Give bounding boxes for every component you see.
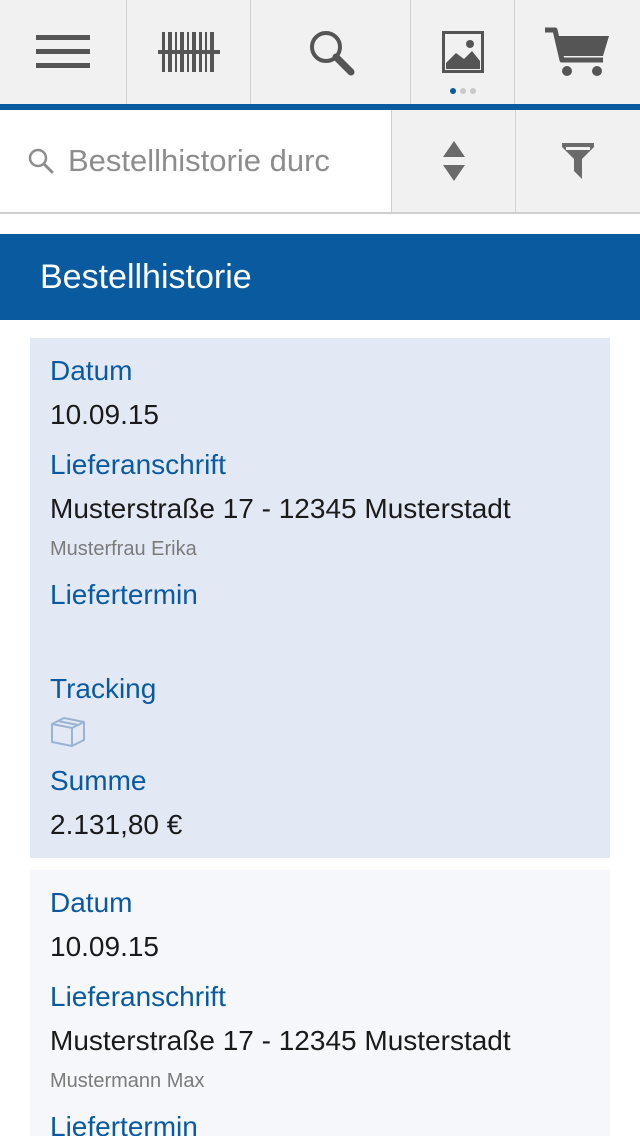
search-input[interactable] — [68, 143, 388, 179]
recipient-name: Mustermann Max — [50, 1070, 205, 1092]
address-value: Musterstraße 17 - 12345 Musterstadt — [50, 1025, 511, 1056]
order-card[interactable]: Datum 10.09.15 Lieferanschrift Musterstr… — [30, 870, 610, 1136]
address-label: Lieferanschrift — [50, 981, 226, 1012]
delivery-date-value — [50, 612, 590, 656]
search-field[interactable] — [0, 110, 392, 212]
date-label: Datum — [50, 355, 133, 386]
tracking-button[interactable] — [50, 716, 590, 748]
address-value: Musterstraße 17 - 12345 Musterstadt — [50, 493, 511, 524]
package-icon — [51, 717, 85, 747]
page-dot — [459, 88, 466, 94]
search-icon — [28, 148, 54, 174]
page-title: Bestellhistorie — [0, 234, 640, 320]
address-label: Lieferanschrift — [50, 449, 226, 480]
filter-button[interactable] — [516, 110, 640, 212]
page-dot — [469, 88, 476, 94]
date-label: Datum — [50, 887, 133, 918]
total-value: 2.131,80 € — [50, 809, 183, 840]
search-button[interactable] — [251, 0, 411, 104]
menu-button[interactable] — [0, 0, 127, 104]
page-indicator — [449, 88, 476, 94]
recipient-name: Musterfrau Erika — [50, 538, 197, 560]
order-card[interactable]: Datum 10.09.15 Lieferanschrift Musterstr… — [30, 338, 610, 858]
sort-button[interactable] — [392, 110, 516, 212]
sort-icon — [442, 141, 465, 181]
search-icon — [309, 31, 354, 76]
date-value: 10.09.15 — [50, 931, 159, 962]
total-label: Summe — [50, 765, 147, 796]
barcode-icon — [157, 32, 220, 72]
top-toolbar — [0, 0, 640, 104]
page-dot-active — [449, 88, 456, 94]
cart-icon — [544, 27, 609, 76]
image-button[interactable] — [411, 0, 515, 104]
date-value: 10.09.15 — [50, 399, 159, 430]
delivery-date-label: Liefertermin — [50, 1111, 198, 1136]
tracking-label: Tracking — [50, 673, 157, 704]
cart-button[interactable] — [515, 0, 640, 104]
barcode-button[interactable] — [127, 0, 251, 104]
image-icon — [441, 31, 484, 73]
search-row — [0, 110, 640, 214]
delivery-date-label: Liefertermin — [50, 579, 198, 610]
menu-icon — [36, 35, 90, 68]
filter-icon — [562, 143, 594, 179]
